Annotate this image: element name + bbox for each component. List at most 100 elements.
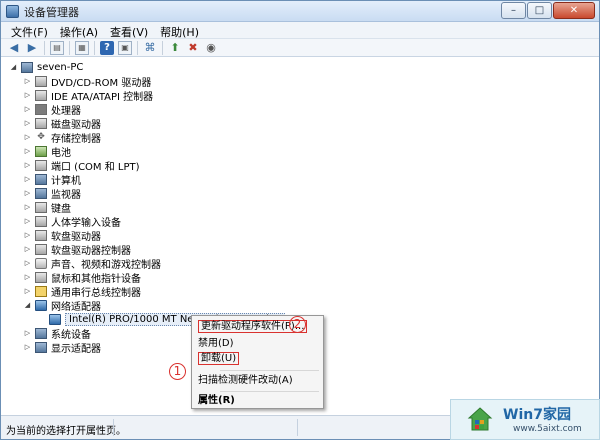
toolbar-divider (162, 40, 163, 55)
collapse-triangle-icon[interactable]: ◢ (23, 301, 32, 309)
tree-item-computer[interactable]: ▷ 计算机 (23, 172, 81, 187)
expand-triangle-icon[interactable]: ▷ (23, 175, 32, 183)
tree-item-system[interactable]: ▷ 系统设备 (23, 326, 91, 341)
tree-item-ports[interactable]: ▷ 端口 (COM 和 LPT) (23, 158, 140, 173)
menu-file[interactable]: 文件(F) (5, 22, 54, 39)
menu-action[interactable]: 操作(A) (54, 22, 104, 39)
expand-triangle-icon[interactable]: ▷ (23, 329, 32, 337)
usb-icon (35, 285, 47, 297)
expand-triangle-icon[interactable]: ▷ (23, 91, 32, 99)
toolbar-divider (137, 40, 138, 55)
expand-triangle-icon[interactable]: ▷ (23, 147, 32, 155)
scan-hardware-icon[interactable]: ⌘ (143, 41, 157, 55)
tree-item-storage[interactable]: ▷ ✥ 存储控制器 (23, 130, 101, 145)
menu-bar: 文件(F) 操作(A) 查看(V) 帮助(H) (1, 22, 599, 39)
device-manager-icon (6, 5, 19, 18)
expand-triangle-icon[interactable]: ▷ (23, 203, 32, 211)
tree-item-disk[interactable]: ▷ 磁盘驱动器 (23, 116, 101, 131)
close-button[interactable]: ✕ (553, 2, 595, 19)
tree-item-mouse[interactable]: ▷ 鼠标和其他指针设备 (23, 270, 141, 285)
expand-triangle-icon[interactable]: ▷ (23, 133, 32, 141)
tree-item-processor[interactable]: ▷ 处理器 (23, 102, 81, 117)
speaker-icon (35, 257, 47, 269)
menu-disable[interactable]: 禁用(D) (198, 337, 234, 351)
watermark-title: Win7家园 (503, 407, 571, 423)
toolbar: ◀ ▶ ▤ ▦ ? ▣ ⌘ ⬆ ✖ ◉ (1, 39, 599, 57)
tree-root[interactable]: ◢ seven-PC (9, 60, 83, 74)
annotation-one: 1 (169, 363, 186, 380)
expand-triangle-icon[interactable]: ▷ (23, 119, 32, 127)
port-icon (35, 159, 47, 171)
window-title: 设备管理器 (24, 6, 79, 19)
network-card-icon (49, 313, 61, 325)
expand-triangle-icon[interactable]: ▷ (23, 273, 32, 281)
menu-properties[interactable]: 属性(R) (198, 394, 235, 408)
tree-item-hid[interactable]: ▷ 人体学输入设备 (23, 214, 121, 229)
menu-view[interactable]: 查看(V) (104, 22, 154, 39)
watermark-url: www.5aixt.com (513, 424, 582, 434)
back-arrow-icon[interactable]: ◀ (7, 41, 21, 55)
tree-item-sound[interactable]: ▷ 声音、视频和游戏控制器 (23, 256, 161, 271)
minimize-button[interactable]: – (501, 2, 526, 19)
disk-drive-icon (35, 117, 47, 129)
dvd-drive-icon (35, 75, 47, 87)
update-driver-icon[interactable]: ⬆ (168, 41, 182, 55)
tree-item-display[interactable]: ▷ 显示适配器 (23, 340, 101, 355)
expand-triangle-icon[interactable]: ▷ (23, 161, 32, 169)
expand-triangle-icon[interactable]: ▷ (23, 217, 32, 225)
system-device-icon (35, 327, 47, 339)
expand-triangle-icon[interactable]: ▷ (23, 105, 32, 113)
house-logo-icon (467, 407, 493, 431)
expand-triangle-icon[interactable]: ▷ (23, 287, 32, 295)
floppy-controller-icon (35, 243, 47, 255)
toolbar-divider (94, 40, 95, 55)
tree-item-floppy-controller[interactable]: ▷ 软盘驱动器控制器 (23, 242, 131, 257)
menu-separator (220, 370, 319, 371)
expand-triangle-icon[interactable]: ▷ (23, 231, 32, 239)
mouse-icon (35, 271, 47, 283)
collapse-triangle-icon[interactable]: ◢ (9, 63, 18, 71)
tree-item-network[interactable]: ◢ 网络适配器 (23, 298, 101, 313)
tree-item-floppy[interactable]: ▷ 软盘驱动器 (23, 228, 101, 243)
expand-triangle-icon[interactable]: ▷ (23, 343, 32, 351)
expand-triangle-icon[interactable]: ▷ (23, 77, 32, 85)
hid-icon (35, 215, 47, 227)
tree-item-dvd[interactable]: ▷ DVD/CD-ROM 驱动器 (23, 74, 151, 89)
expand-triangle-icon[interactable]: ▷ (23, 189, 32, 197)
status-divider (113, 419, 114, 436)
forward-arrow-icon[interactable]: ▶ (25, 41, 39, 55)
tree-item-monitor[interactable]: ▷ 监视器 (23, 186, 81, 201)
annotation-two: 2 (289, 316, 306, 333)
tree-item-usb[interactable]: ▷ 通用串行总线控制器 (23, 284, 141, 299)
console-tree-icon[interactable]: ▦ (75, 40, 89, 55)
tree-item-battery[interactable]: ▷ 电池 (23, 144, 71, 159)
display-adapter-icon (35, 341, 47, 353)
keyboard-icon (35, 201, 47, 213)
ide-controller-icon (35, 89, 47, 101)
processor-icon (35, 103, 47, 115)
disable-device-icon[interactable]: ◉ (204, 41, 218, 55)
computer-icon (35, 173, 47, 185)
show-hidden-icon[interactable]: ▣ (118, 40, 132, 55)
storage-controller-icon: ✥ (37, 132, 45, 142)
tree-item-keyboard[interactable]: ▷ 键盘 (23, 200, 71, 215)
watermark: Win7家园 www.5aixt.com (450, 399, 600, 440)
menu-help[interactable]: 帮助(H) (154, 22, 205, 39)
window-controls: – □ ✕ (500, 2, 595, 19)
status-divider (297, 419, 298, 436)
menu-scan-hardware[interactable]: 扫描检测硬件改动(A) (198, 374, 293, 388)
toolbar-divider (44, 40, 45, 55)
tree-item-ide[interactable]: ▷ IDE ATA/ATAPI 控制器 (23, 88, 153, 103)
toolbar-divider (69, 40, 70, 55)
uninstall-icon[interactable]: ✖ (186, 41, 200, 55)
uninstall-highlight[interactable]: 卸载(U) (198, 352, 240, 365)
maximize-button[interactable]: □ (527, 2, 552, 19)
title-bar: 设备管理器 – □ ✕ (1, 1, 599, 22)
help-icon[interactable]: ? (100, 40, 114, 55)
menu-uninstall[interactable]: 卸载(U) (198, 352, 240, 366)
floppy-drive-icon (35, 229, 47, 241)
properties-icon[interactable]: ▤ (50, 40, 64, 55)
device-manager-window: 设备管理器 – □ ✕ 文件(F) 操作(A) 查看(V) 帮助(H) ◀ ▶ … (0, 0, 600, 440)
expand-triangle-icon[interactable]: ▷ (23, 259, 32, 267)
expand-triangle-icon[interactable]: ▷ (23, 245, 32, 253)
